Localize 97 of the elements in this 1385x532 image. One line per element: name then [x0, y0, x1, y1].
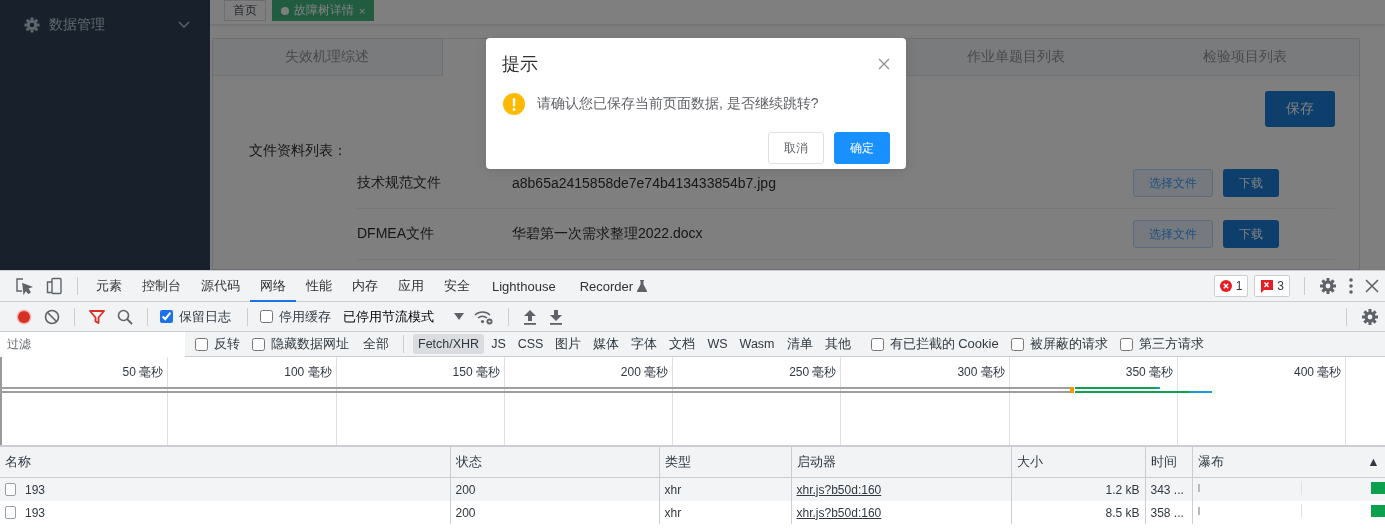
device-toolbar-icon[interactable] — [45, 277, 63, 295]
request-type: xhr — [664, 505, 682, 520]
request-type: xhr — [664, 482, 682, 497]
type-filter[interactable]: 图片 — [550, 334, 587, 354]
panel-tab[interactable]: Recorder — [567, 272, 660, 302]
download-icon[interactable] — [549, 308, 563, 325]
filter-field[interactable]: 过滤 — [0, 331, 185, 357]
type-filter[interactable]: 文档 — [664, 334, 701, 354]
column-header[interactable]: 状态 — [455, 454, 482, 469]
type-filter[interactable]: 清单 — [781, 334, 818, 354]
checkbox[interactable] — [252, 337, 265, 351]
checkbox-label: 停用缓存 — [279, 307, 331, 326]
type-filter[interactable]: WS — [702, 334, 733, 354]
column-header[interactable]: 启动器 — [796, 454, 836, 469]
panel-tab[interactable]: 性能 — [296, 272, 342, 302]
file-name: 华碧第一次需求整理2022.docx — [512, 225, 704, 243]
error-icon — [1219, 280, 1232, 292]
checkbox-label: 被屏蔽的请求 — [1029, 335, 1108, 353]
tag[interactable]: 首页 — [224, 0, 266, 21]
type-filter[interactable]: 字体 — [626, 334, 663, 354]
clear-icon[interactable] — [44, 308, 60, 325]
gear-icon — [24, 17, 40, 33]
column-header[interactable]: 瀑布 — [1197, 453, 1224, 471]
type-filter[interactable]: JS — [486, 334, 511, 354]
filter-icon[interactable] — [89, 308, 105, 325]
checkbox[interactable] — [195, 337, 208, 351]
file-icon — [5, 506, 16, 519]
flask-icon — [637, 280, 648, 292]
upload-icon[interactable] — [523, 308, 537, 325]
inspect-element-icon[interactable] — [15, 277, 33, 295]
type-filter[interactable]: 其他 — [819, 334, 856, 354]
type-filter[interactable]: 媒体 — [588, 334, 625, 354]
checkbox[interactable] — [870, 337, 884, 351]
panel-tab[interactable]: 控制台 — [132, 272, 191, 302]
checkbox[interactable] — [1010, 337, 1024, 351]
request-name[interactable]: 193 — [25, 505, 46, 520]
error-count-badge[interactable]: 1 — [1213, 275, 1249, 297]
record-icon[interactable] — [16, 308, 32, 325]
checkbox[interactable] — [1119, 337, 1133, 351]
close-icon[interactable] — [1365, 279, 1379, 293]
issue-flag-icon — [1260, 279, 1274, 293]
timeline-tick-label: 350 毫秒 — [1125, 365, 1174, 379]
chevron-down-icon — [178, 21, 190, 29]
timeline-tick-label: 400 毫秒 — [1294, 365, 1342, 379]
file-icon — [5, 483, 16, 496]
dialog-message: 请确认您已保存当前页面数据, 是否继续跳转? — [537, 95, 819, 113]
request-size: 1.2 kB — [1105, 482, 1140, 497]
request-size: 8.5 kB — [1105, 505, 1140, 520]
dialog-title: 提示 — [502, 53, 538, 76]
timeline-tick-label: 250 毫秒 — [789, 365, 837, 379]
status-code: 200 — [455, 482, 476, 497]
throttling-dropdown[interactable]: 已停用节流模式 — [339, 307, 468, 326]
timeline-tick-label: 100 毫秒 — [284, 365, 332, 379]
timeline-tick-label: 200 毫秒 — [620, 365, 669, 379]
request-name[interactable]: 193 — [25, 482, 46, 497]
network-conditions-icon[interactable] — [474, 308, 494, 325]
status-code: 200 — [455, 505, 476, 520]
column-header[interactable]: 大小 — [1016, 454, 1043, 469]
dropdown-arrow-icon — [454, 313, 464, 320]
panel-tab[interactable]: 源代码 — [191, 272, 250, 302]
column-header[interactable]: 类型 — [664, 454, 691, 469]
request-time: 358 ... — [1150, 505, 1184, 520]
checkbox[interactable] — [160, 310, 173, 323]
checkbox-label: 隐藏数据网址 — [271, 335, 349, 353]
file-type: 技术规范文件 — [357, 174, 442, 192]
checkbox-label: 保留日志 — [179, 307, 231, 326]
settings-icon[interactable] — [1361, 307, 1379, 326]
checkbox-label: 第三方请求 — [1138, 335, 1204, 353]
close-icon[interactable] — [878, 58, 890, 70]
type-filter[interactable]: CSS — [512, 334, 549, 354]
initiator-link[interactable]: xhr.js?b50d:160 — [796, 505, 882, 520]
panel-tab[interactable]: 内存 — [342, 272, 388, 302]
request-time: 343 ... — [1150, 482, 1184, 497]
file-list-label: 文件资料列表： — [249, 142, 347, 158]
checkbox-label: 有已拦截的 Cookie — [889, 335, 999, 353]
checkbox[interactable] — [260, 310, 273, 323]
checkbox-label: 反转 — [214, 335, 240, 353]
panel-tab[interactable]: 元素 — [86, 272, 132, 302]
file-name: a8b65a2415858de7e74b413433854b7.jpg — [512, 175, 777, 191]
timeline-tick-label: 150 毫秒 — [452, 365, 500, 379]
cancel-button[interactable]: 取消 — [768, 132, 824, 164]
panel-tab[interactable]: Lighthouse — [480, 272, 568, 302]
file-type: DFMEA文件 — [357, 225, 435, 243]
timeline-tick-label: 50 毫秒 — [122, 365, 164, 379]
sort-arrow[interactable]: ▲ — [1367, 455, 1380, 469]
timeline-tick-label: 300 毫秒 — [957, 365, 1005, 379]
more-options-icon[interactable] — [1349, 278, 1353, 294]
type-filter[interactable]: Wasm — [734, 334, 780, 354]
panel-tab[interactable]: 安全 — [434, 272, 480, 302]
panel-tab[interactable]: 应用 — [388, 272, 434, 302]
warning-icon — [503, 93, 525, 115]
column-header[interactable]: 名称 — [5, 454, 31, 469]
settings-icon[interactable] — [1319, 277, 1337, 295]
search-icon[interactable] — [117, 308, 133, 325]
type-filter[interactable]: Fetch/XHR — [413, 334, 485, 354]
type-filter[interactable]: 全部 — [358, 334, 394, 354]
issue-count-badge[interactable]: 3 — [1254, 275, 1290, 297]
